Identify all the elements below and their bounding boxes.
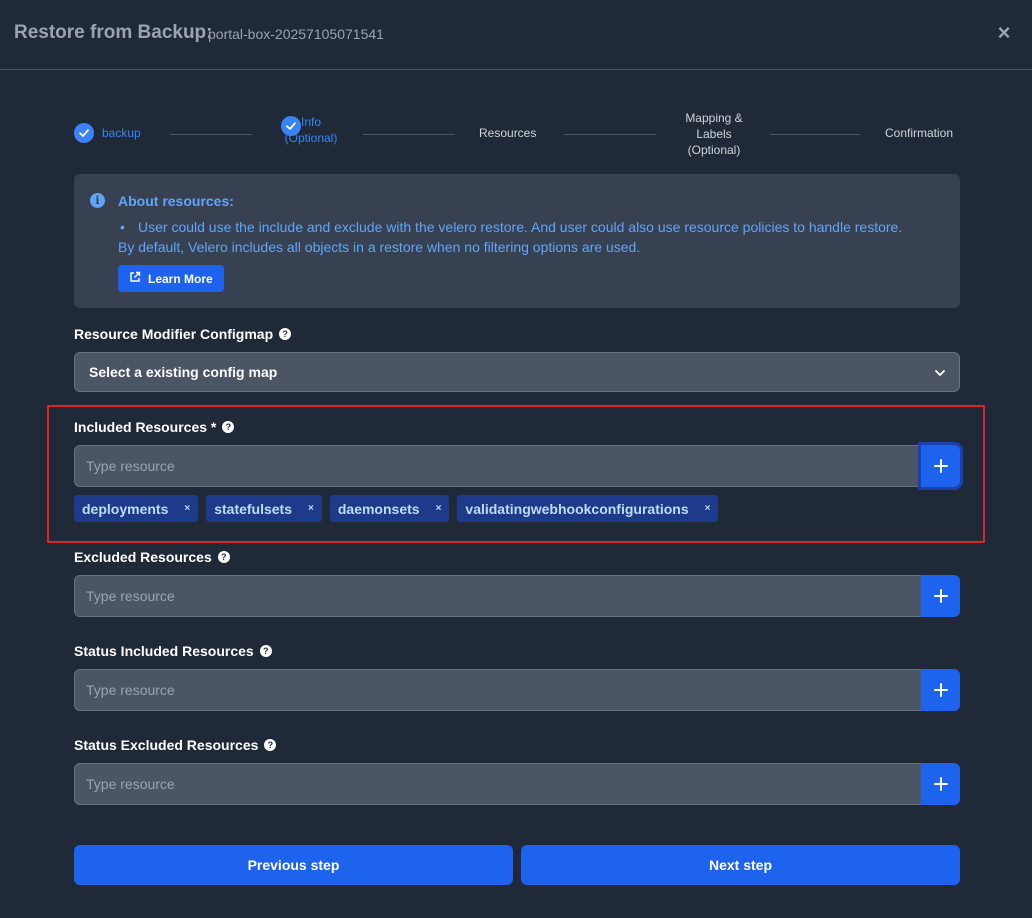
modifier-label: Resource Modifier Configmap ? [74, 326, 292, 342]
step-connector [564, 134, 656, 135]
modal-title: Restore from Backup: [14, 22, 213, 43]
plus-icon [933, 777, 948, 791]
help-icon[interactable]: ? [222, 421, 235, 433]
resource-chip: deployments × [74, 495, 199, 522]
help-icon[interactable]: ? [279, 328, 292, 340]
status-included-label-text: Status Included Resources [74, 643, 254, 659]
chip-label: validatingwebhookconfigurations [465, 500, 689, 517]
included-input-group [74, 445, 960, 487]
status-excluded-input-group [74, 763, 960, 805]
configmap-select[interactable]: Select a existing config map [74, 352, 960, 392]
info-text: • User could use the include and exclude … [118, 217, 948, 257]
stepper: backup Info (Optional) Resources Mapping… [74, 110, 960, 160]
step-label: backup [102, 126, 141, 140]
modal-header: Restore from Backup: portal-box-20257105… [0, 0, 1032, 70]
included-resource-input[interactable] [74, 445, 921, 487]
check-icon [74, 123, 94, 143]
excluded-label: Excluded Resources ? [74, 549, 230, 565]
info-title: About resources: [118, 193, 234, 209]
info-icon: i [90, 193, 105, 208]
chip-remove-icon[interactable]: × [705, 503, 711, 514]
chip-label: statefulsets [214, 500, 293, 517]
status-excluded-label: Status Excluded Resources ? [74, 737, 277, 753]
step-backup[interactable]: backup [74, 123, 141, 143]
learn-more-label: Learn More [148, 271, 213, 286]
plus-icon [933, 683, 948, 697]
excluded-add-button[interactable] [921, 575, 960, 617]
configmap-select-value: Select a existing config map [89, 364, 278, 380]
excluded-label-text: Excluded Resources [74, 549, 212, 565]
chip-remove-icon[interactable]: × [184, 503, 190, 514]
external-link-icon [129, 271, 141, 286]
step-resources[interactable]: Resources [479, 125, 536, 141]
step-mapping-labels[interactable]: Mapping & Labels (Optional) [678, 110, 750, 158]
excluded-resource-input[interactable] [74, 575, 921, 617]
status-included-label: Status Included Resources ? [74, 643, 272, 659]
status-included-resource-input[interactable] [74, 669, 921, 711]
step-info[interactable]: Info (Optional) [281, 115, 337, 145]
step-label: Mapping & Labels (Optional) [685, 111, 743, 157]
chevron-down-icon [935, 364, 945, 380]
previous-step-button[interactable]: Previous step [74, 845, 513, 885]
resource-chip: statefulsets × [206, 495, 322, 522]
info-text-line: User could use the include and exclude w… [138, 219, 903, 235]
help-icon[interactable]: ? [259, 645, 272, 657]
help-icon[interactable]: ? [217, 551, 230, 563]
step-connector [363, 134, 455, 135]
modifier-label-text: Resource Modifier Configmap [74, 326, 274, 342]
chip-label: deployments [82, 500, 169, 517]
resource-chip: daemonsets × [329, 495, 450, 522]
plus-icon [933, 589, 948, 603]
step-label: Info (Optional) [284, 115, 338, 145]
info-text-line: By default, Velero includes all objects … [118, 239, 641, 255]
step-label: Resources [479, 126, 537, 140]
status-excluded-add-button[interactable] [921, 763, 960, 805]
included-chips: deployments × statefulsets × daemonsets … [74, 495, 719, 522]
resource-chip: validatingwebhookconfigurations × [457, 495, 719, 522]
status-included-input-group [74, 669, 960, 711]
step-label: Confirmation [885, 126, 954, 140]
plus-icon [933, 459, 948, 473]
included-label-text: Included Resources * [74, 419, 217, 435]
included-add-button[interactable] [921, 445, 960, 487]
status-included-add-button[interactable] [921, 669, 960, 711]
info-alert: i About resources: • User could use the i… [74, 174, 960, 308]
help-icon[interactable]: ? [264, 739, 277, 751]
step-connector [170, 134, 252, 135]
included-label: Included Resources * ? [74, 419, 235, 435]
step-confirmation[interactable]: Confirmation [885, 125, 953, 141]
learn-more-button[interactable]: Learn More [118, 265, 224, 292]
restore-modal: Restore from Backup: portal-box-20257105… [0, 0, 1032, 918]
status-excluded-resource-input[interactable] [74, 763, 921, 805]
next-step-button[interactable]: Next step [521, 845, 960, 885]
backup-name: portal-box-20257105071541 [208, 26, 384, 42]
status-excluded-label-text: Status Excluded Resources [74, 737, 259, 753]
chip-label: daemonsets [337, 500, 420, 517]
chip-remove-icon[interactable]: × [436, 503, 442, 514]
excluded-input-group [74, 575, 960, 617]
close-icon[interactable]: × [992, 20, 1016, 45]
step-connector [770, 134, 860, 135]
chip-remove-icon[interactable]: × [308, 503, 314, 514]
